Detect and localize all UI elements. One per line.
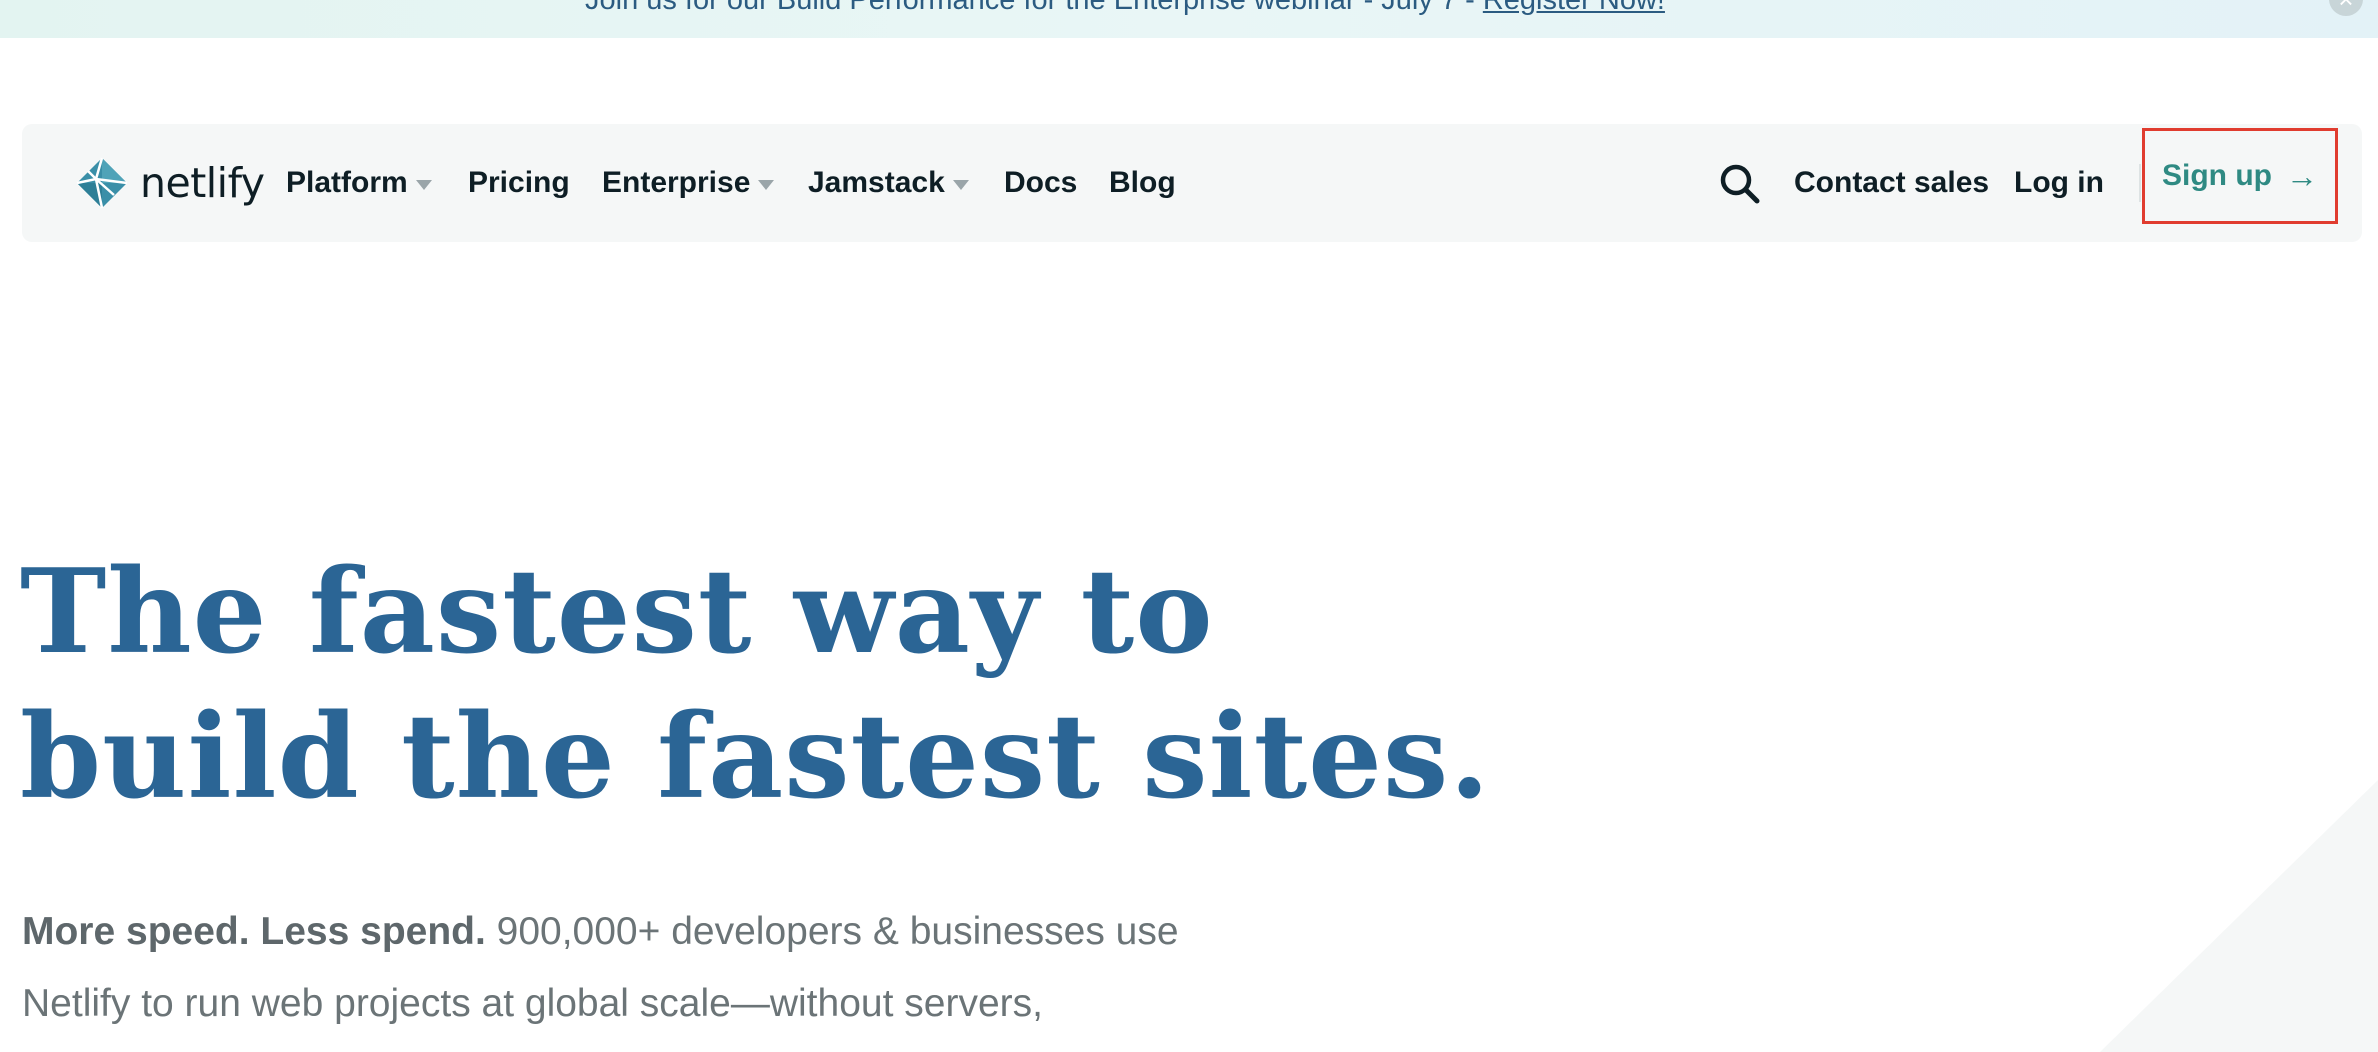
- hero-title-line-1: The fastest way to: [20, 544, 1214, 680]
- nav-item-pricing[interactable]: Pricing: [468, 160, 570, 206]
- hero-subtitle-emphasis: More speed. Less spend.: [22, 910, 486, 953]
- nav-item-platform[interactable]: Platform: [286, 160, 432, 206]
- nav-item-enterprise[interactable]: Enterprise: [602, 160, 775, 206]
- sign-up-label: Sign up: [2162, 159, 2272, 192]
- nav-item-label: Enterprise: [602, 166, 751, 199]
- chevron-down-icon: [415, 180, 432, 190]
- decorative-background-shape: [2100, 780, 2378, 1052]
- banner-text: Join us for our Build Performance for th…: [0, 0, 2250, 18]
- nav-item-label: Platform: [286, 166, 408, 199]
- nav-item-label: Blog: [1109, 166, 1176, 199]
- chevron-down-icon: [758, 180, 775, 190]
- log-in-link[interactable]: Log in: [2014, 160, 2104, 206]
- netlify-logo[interactable]: netlify: [76, 156, 265, 210]
- nav-item-jamstack[interactable]: Jamstack: [808, 160, 969, 206]
- main-navigation: netlify Platform Pricing Enterprise Jams…: [22, 124, 2362, 242]
- nav-item-docs[interactable]: Docs: [1004, 160, 1077, 206]
- hero-title: The fastest way to build the fastest sit…: [20, 540, 1491, 830]
- arrow-right-icon: →: [2285, 157, 2318, 194]
- banner-message: Join us for our Build Performance for th…: [585, 0, 1483, 16]
- logo-wordmark: netlify: [140, 159, 265, 207]
- announcement-banner: Join us for our Build Performance for th…: [0, 0, 2378, 38]
- page: Join us for our Build Performance for th…: [0, 0, 2378, 1052]
- netlify-logo-icon: [76, 157, 128, 209]
- nav-item-label: Jamstack: [808, 166, 945, 199]
- hero-title-line-2: build the fastest sites.: [20, 689, 1491, 825]
- log-in-label: Log in: [2014, 166, 2104, 199]
- search-icon[interactable]: [1718, 162, 1762, 206]
- contact-sales-label: Contact sales: [1794, 166, 1990, 199]
- chevron-down-icon: [952, 180, 969, 190]
- nav-item-label: Docs: [1004, 166, 1078, 199]
- sign-up-button[interactable]: Sign up →: [2142, 128, 2338, 224]
- register-now-link[interactable]: Register Now!: [1483, 0, 1665, 16]
- hero-subtitle: More speed. Less spend. 900,000+ develop…: [22, 896, 1202, 1040]
- nav-item-label: Pricing: [468, 166, 570, 199]
- close-icon[interactable]: ×: [2329, 0, 2363, 16]
- nav-item-blog[interactable]: Blog: [1109, 160, 1176, 206]
- nav-divider: [2139, 164, 2141, 202]
- contact-sales-link[interactable]: Contact sales: [1794, 160, 1989, 206]
